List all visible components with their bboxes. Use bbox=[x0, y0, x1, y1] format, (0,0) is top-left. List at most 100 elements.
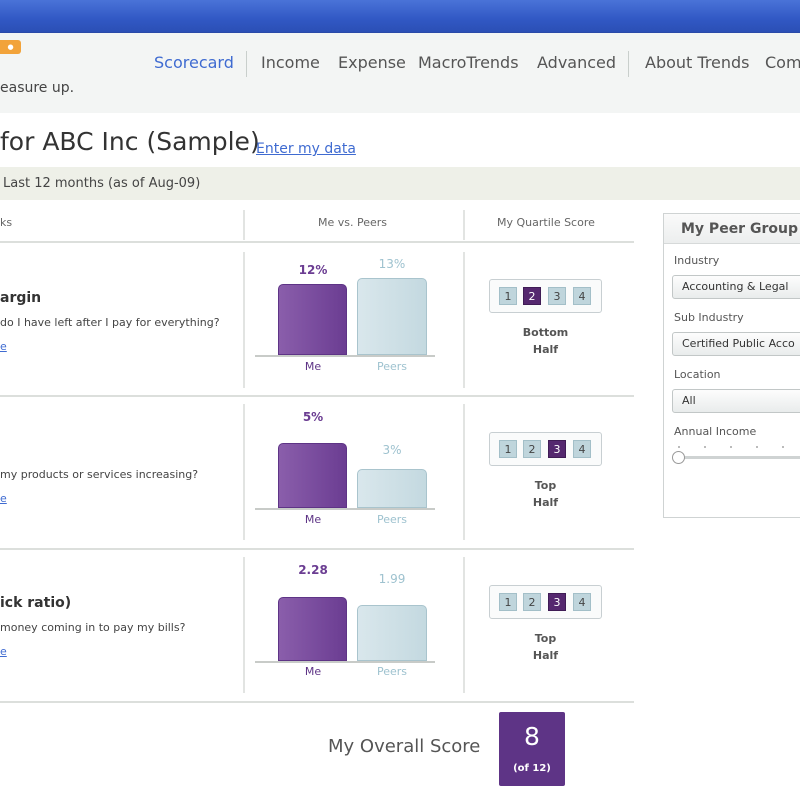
quartile-1: 1 bbox=[499, 440, 517, 458]
industry-label: Industry bbox=[674, 254, 720, 267]
quartile-4: 4 bbox=[573, 287, 591, 305]
annual-income-label: Annual Income bbox=[674, 425, 757, 438]
page-title: for ABC Inc (Sample) bbox=[0, 127, 260, 156]
chart-baseline bbox=[255, 508, 435, 510]
metric-question: my products or services increasing? bbox=[0, 468, 199, 481]
chart-baseline bbox=[255, 661, 435, 663]
metric-title: argin bbox=[0, 290, 42, 306]
peer-bar bbox=[357, 469, 427, 508]
tab-about-trends[interactable]: About Trends bbox=[645, 53, 750, 75]
column-divider bbox=[243, 557, 245, 693]
me-label: Me bbox=[304, 665, 322, 678]
quartile-standing: Half bbox=[532, 496, 559, 509]
quartile-standing: Bottom bbox=[522, 326, 569, 339]
peer-label: Peers bbox=[376, 665, 408, 678]
me-bar bbox=[278, 597, 347, 661]
peer-bar bbox=[357, 605, 427, 661]
sub-industry-label: Sub Industry bbox=[674, 311, 744, 324]
peer-group-title: My Peer Group bbox=[681, 221, 798, 237]
overall-score-value: 8 bbox=[524, 722, 540, 751]
quartile-2: 2 bbox=[523, 440, 541, 458]
metric-more-link[interactable]: e bbox=[0, 492, 7, 505]
peer-bar bbox=[357, 278, 427, 355]
quartile-3: 3 bbox=[548, 593, 566, 611]
column-divider bbox=[243, 210, 245, 240]
me-value-label: 5% bbox=[302, 410, 324, 424]
tab-com[interactable]: Com bbox=[765, 53, 800, 75]
column-divider bbox=[463, 210, 465, 240]
slider-handle[interactable] bbox=[672, 451, 685, 464]
column-divider bbox=[463, 252, 465, 388]
quartile-4: 4 bbox=[573, 593, 591, 611]
location-label: Location bbox=[674, 368, 721, 381]
me-bar bbox=[278, 284, 347, 355]
nav-divider bbox=[246, 51, 247, 77]
tab-income[interactable]: Income bbox=[261, 53, 320, 75]
tab-expense[interactable]: Expense bbox=[338, 53, 406, 75]
overall-score-total: (of 12) bbox=[513, 763, 551, 774]
quartile-selector: 1 2 3 4 bbox=[489, 432, 602, 466]
industry-select[interactable]: Accounting & Legal bbox=[672, 275, 800, 299]
location-select[interactable]: All bbox=[672, 389, 800, 413]
chart-baseline bbox=[255, 355, 435, 357]
row-divider bbox=[0, 548, 634, 550]
me-value-label: 12% bbox=[298, 263, 328, 277]
overall-score-badge: 8 (of 12) bbox=[499, 712, 565, 786]
peer-group-header: My Peer Group bbox=[664, 214, 800, 244]
tab-macrotrends[interactable]: MacroTrends bbox=[418, 53, 519, 75]
quartile-standing: Half bbox=[532, 343, 559, 356]
quartile-selector: 1 2 3 4 bbox=[489, 585, 602, 619]
enter-my-data-link[interactable]: Enter my data bbox=[256, 141, 356, 157]
column-header-quartile: My Quartile Score bbox=[497, 216, 595, 229]
period-label: Last 12 months (as of Aug-09) bbox=[3, 176, 201, 191]
overall-score-label: My Overall Score bbox=[328, 736, 481, 757]
metric-question: do I have left after I pay for everythin… bbox=[0, 316, 220, 329]
quartile-selector: 1 2 3 4 bbox=[489, 279, 602, 313]
quartile-4: 4 bbox=[573, 440, 591, 458]
header-divider bbox=[0, 241, 634, 243]
slider-tick bbox=[678, 446, 680, 448]
metric-more-link[interactable]: e bbox=[0, 340, 7, 353]
metric-title: ick ratio) bbox=[0, 595, 72, 611]
column-divider bbox=[463, 404, 465, 540]
browser-top-bar bbox=[0, 0, 800, 33]
metric-question: money coming in to pay my bills? bbox=[0, 621, 186, 634]
peer-label: Peers bbox=[376, 360, 408, 373]
peer-group-panel: My Peer Group Industry Accounting & Lega… bbox=[663, 213, 800, 518]
quartile-standing: Top bbox=[534, 479, 557, 492]
slider-tick bbox=[782, 446, 784, 448]
me-label: Me bbox=[304, 513, 322, 526]
quartile-2: 2 bbox=[523, 287, 541, 305]
me-bar bbox=[278, 443, 347, 508]
peer-value-label: 13% bbox=[378, 257, 406, 271]
annual-income-slider[interactable] bbox=[676, 456, 800, 459]
slider-tick bbox=[756, 446, 758, 448]
peer-label: Peers bbox=[376, 513, 408, 526]
slider-tick bbox=[704, 446, 706, 448]
quartile-standing: Half bbox=[532, 649, 559, 662]
column-header-metrics: ks bbox=[0, 216, 13, 229]
tab-scorecard[interactable]: Scorecard bbox=[154, 53, 234, 75]
nav-divider bbox=[628, 51, 629, 77]
column-divider bbox=[243, 404, 245, 540]
metric-more-link[interactable]: e bbox=[0, 645, 7, 658]
quartile-3: 3 bbox=[548, 287, 566, 305]
me-value-label: 2.28 bbox=[298, 563, 328, 577]
quartile-2: 2 bbox=[523, 593, 541, 611]
column-header-me-vs-peers: Me vs. Peers bbox=[318, 216, 388, 229]
peer-value-label: 1.99 bbox=[378, 572, 406, 586]
row-divider bbox=[0, 701, 634, 703]
slider-tick bbox=[730, 446, 732, 448]
column-divider bbox=[463, 557, 465, 693]
quartile-standing: Top bbox=[534, 632, 557, 645]
quartile-1: 1 bbox=[499, 287, 517, 305]
quartile-3: 3 bbox=[548, 440, 566, 458]
sub-industry-select[interactable]: Certified Public Acco bbox=[672, 332, 800, 356]
quartile-1: 1 bbox=[499, 593, 517, 611]
beta-badge-icon: ● bbox=[0, 40, 21, 54]
peer-value-label: 3% bbox=[382, 443, 402, 457]
tagline: easure up. bbox=[0, 80, 75, 96]
column-divider bbox=[243, 252, 245, 388]
row-divider bbox=[0, 395, 634, 397]
tab-advanced[interactable]: Advanced bbox=[537, 53, 616, 75]
